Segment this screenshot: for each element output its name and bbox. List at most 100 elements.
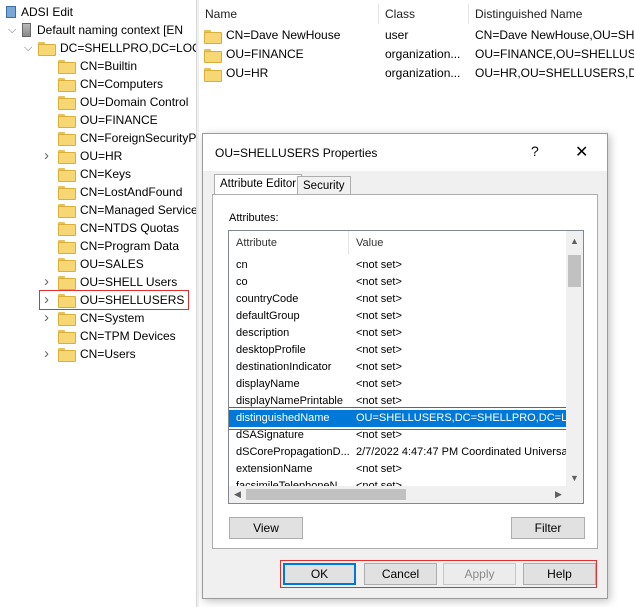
help-icon[interactable]: ? [531,143,539,159]
list-row-name[interactable]: OU=FINANCE [204,45,304,64]
column-header-dn[interactable]: Distinguished Name [469,4,634,24]
vertical-scroll-thumb[interactable] [568,255,581,287]
attribute-value: <not set> [356,327,402,339]
folder-icon [58,168,76,182]
vertical-scrollbar[interactable]: ▲ ▼ [566,231,583,487]
attribute-row[interactable]: countryCode <not set> [229,291,567,308]
list-row-name[interactable]: CN=Dave NewHouse [204,26,340,45]
tree-item[interactable]: OU=SALES [58,255,144,273]
folder-icon [58,312,76,326]
ok-button[interactable]: OK [283,563,356,585]
grid-header-value[interactable]: Value [349,231,567,255]
server-icon [22,23,31,37]
tree-item[interactable]: CN=Computers [58,75,163,93]
tree-root-label: ADSI Edit [21,5,74,19]
column-header-class[interactable]: Class [379,4,469,24]
folder-icon [58,204,76,218]
tree-item-label: CN=Keys [80,167,132,181]
folder-icon [38,42,56,56]
tree-item[interactable]: OU=Domain Control [58,93,188,111]
tree-item[interactable]: CN=Program Data [58,237,179,255]
folder-icon [58,60,76,74]
attribute-value: <not set> [356,293,402,305]
tree-item[interactable]: OU=SHELLUSERS [39,290,189,310]
attribute-row[interactable]: co <not set> [229,274,567,291]
attribute-row[interactable]: defaultGroup <not set> [229,308,567,325]
attribute-row[interactable]: desktopProfile <not set> [229,342,567,359]
attribute-name: cn [236,259,248,271]
attributes-grid[interactable]: Attribute Value cn <not set> co <not set> co… [228,230,584,504]
attribute-value: <not set> [356,378,402,390]
tree-item-label: CN=Builtin [80,59,138,73]
horizontal-scroll-thumb[interactable] [246,489,406,500]
tab-security[interactable]: Security [297,176,351,196]
tree-item[interactable]: OU=HR [58,147,122,165]
view-button[interactable]: View [229,517,303,539]
tree-item[interactable]: CN=LostAndFound [58,183,182,201]
list-row-class[interactable]: organization... [385,64,460,83]
list-row-name-text: OU=HR [226,66,269,80]
scroll-corner [566,486,583,503]
folder-icon [204,67,222,82]
attribute-name: dSASignature [236,429,304,441]
tree-item[interactable]: OU=SHELL Users [58,273,177,291]
tree-context[interactable]: Default naming context [EN [22,21,183,39]
list-row-class[interactable]: organization... [385,45,460,64]
attribute-row[interactable]: displayName <not set> [229,376,567,393]
list-row-class[interactable]: user [385,26,408,45]
attribute-row[interactable]: dSCorePropagationD... 2/7/2022 4:47:47 PM… [229,444,570,461]
tree-item[interactable]: CN=TPM Devices [58,327,176,345]
tab-attribute-editor[interactable]: Attribute Editor [214,174,303,196]
horizontal-scrollbar[interactable]: ◀ ▶ [229,486,568,503]
cancel-button[interactable]: Cancel [364,563,437,585]
tree-item[interactable]: CN=Keys [58,165,131,183]
chevron-right-icon[interactable]: › [44,310,54,325]
close-icon[interactable]: ✕ [575,142,588,162]
tree-item[interactable]: OU=FINANCE [58,111,158,129]
chevron-right-icon[interactable]: › [44,274,54,289]
folder-icon [58,294,76,308]
list-row-name[interactable]: OU=HR [204,64,268,83]
tree-item[interactable]: CN=Managed Service [58,201,196,219]
attribute-row[interactable]: cn <not set> [229,257,567,274]
list-row-dn[interactable]: OU=FINANCE,OU=SHELLUSER [475,45,634,64]
attributes-label: Attributes: [229,212,279,224]
scroll-down-icon[interactable]: ▼ [570,473,579,483]
tree-domain[interactable]: DC=SHELLPRO,DC=LOC [38,39,196,57]
attribute-value: <not set> [356,463,402,475]
tree-item[interactable]: CN=Builtin [58,57,137,75]
tree-item[interactable]: CN=System [58,309,144,327]
tree-item-label: OU=Domain Control [80,95,189,109]
scroll-left-icon[interactable]: ◀ [234,489,241,500]
chevron-right-icon[interactable]: › [44,148,54,163]
tree-root[interactable]: ADSI Edit [6,3,73,21]
tree-item[interactable]: CN=ForeignSecurityP [58,129,196,147]
scroll-right-icon[interactable]: ▶ [555,489,562,500]
apply-button[interactable]: Apply [443,563,516,585]
tree-item[interactable]: CN=NTDS Quotas [58,219,179,237]
attribute-row[interactable]: destinationIndicator <not set> [229,359,567,376]
list-row-dn[interactable]: OU=HR,OU=SHELLUSERS,DC= [475,64,634,83]
chevron-right-icon[interactable]: › [44,346,54,361]
folder-icon [58,96,76,110]
filter-button[interactable]: Filter [511,517,585,539]
chevron-down-icon[interactable]: ⌵ [24,43,34,54]
folder-icon [58,78,76,92]
attribute-value: <not set> [356,429,402,441]
grid-header-attribute[interactable]: Attribute [229,231,349,255]
attribute-row[interactable]: description <not set> [229,325,567,342]
list-row-name-text: CN=Dave NewHouse [226,28,341,42]
list-row-dn-text: CN=Dave NewHouse,OU=SHE [475,28,634,42]
column-header-name[interactable]: Name [199,4,379,24]
help-button[interactable]: Help [523,563,596,585]
tree-context-label: Default naming context [EN [37,23,184,37]
tree-item-label: OU=SHELLUSERS [80,293,185,307]
chevron-down-icon[interactable]: ⌵ [8,25,18,36]
scroll-up-icon[interactable]: ▲ [570,236,579,246]
attribute-name: description [236,327,290,339]
list-row-dn[interactable]: CN=Dave NewHouse,OU=SHE [475,26,634,45]
attribute-row[interactable]: extensionName <not set> [229,461,567,478]
folder-icon [58,276,76,290]
tree-item[interactable]: CN=Users [58,345,136,363]
attribute-row[interactable]: dSASignature <not set> [229,427,567,444]
